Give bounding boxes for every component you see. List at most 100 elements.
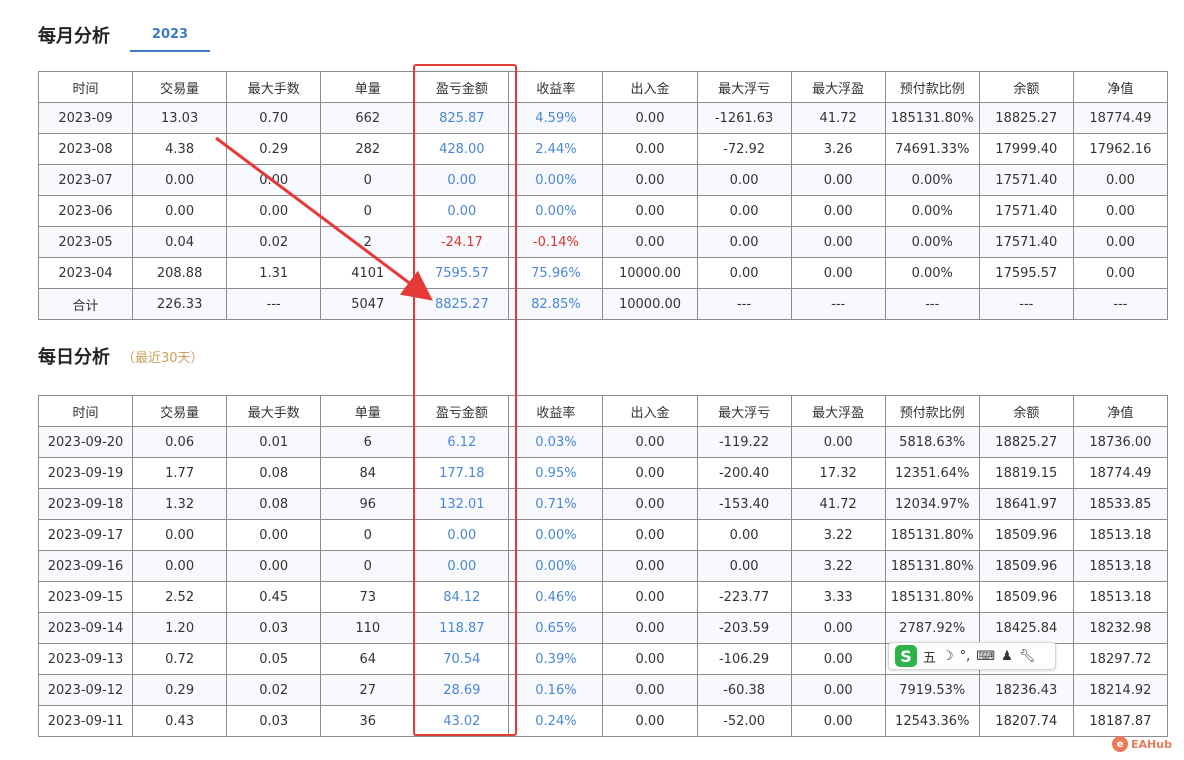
- daily-cell: 0.39%: [508, 643, 604, 675]
- daily-table-row: 2023-09-15 2.52 0.45 73 84.12 0.46% 0.00 -223.7…: [37, 581, 1169, 613]
- ime-toolbar[interactable]: S 五 ☽ °, ⌨ ♟ 🔧︎: [888, 642, 1056, 670]
- daily-cell: 18533.85: [1072, 488, 1169, 520]
- daily-cell: 0.72: [132, 643, 228, 675]
- daily-cell: 2023-09-18: [37, 488, 134, 520]
- monthly-cell: 0.29: [226, 133, 322, 165]
- daily-cell: 0.46%: [508, 581, 604, 613]
- monthly-cell: 2023-04: [37, 257, 134, 289]
- daily-cell: 0.00: [602, 488, 698, 520]
- daily-header-cell: 最大浮亏: [696, 395, 792, 427]
- monthly-cell: ---: [978, 288, 1074, 320]
- monthly-cell: 428.00: [414, 133, 510, 165]
- daily-cell: 0.00: [790, 674, 886, 706]
- eahub-watermark: e EAHub: [1112, 736, 1172, 752]
- daily-table-row: 2023-09-17 0.00 0.00 0 0.00 0.00% 0.00 0.00 3.22…: [37, 519, 1169, 551]
- daily-cell: 0.00: [602, 519, 698, 551]
- monthly-cell: 0.00: [790, 164, 886, 196]
- keyboard-icon[interactable]: ⌨: [976, 649, 995, 664]
- daily-cell: 0.00: [790, 705, 886, 737]
- monthly-cell: 2: [320, 226, 416, 258]
- monthly-header-cell: 收益率: [508, 71, 604, 103]
- daily-cell: 18513.18: [1072, 581, 1169, 613]
- daily-cell: 0.00: [414, 550, 510, 582]
- daily-table-row: 2023-09-14 1.20 0.03 110 118.87 0.65% 0.00 -203…: [37, 612, 1169, 644]
- year-tab-2023[interactable]: 2023: [130, 18, 210, 52]
- monthly-cell: 0.00: [414, 164, 510, 196]
- monthly-cell: 0.70: [226, 102, 322, 134]
- daily-cell: 2023-09-17: [37, 519, 134, 551]
- daily-cell: 2023-09-14: [37, 612, 134, 644]
- daily-cell: 1.77: [132, 457, 228, 489]
- daily-cell: 118.87: [414, 612, 510, 644]
- daily-cell: 0.00: [602, 705, 698, 737]
- daily-cell: 0: [320, 550, 416, 582]
- monthly-cell: 18774.49: [1072, 102, 1169, 134]
- person-icon[interactable]: ♟: [1001, 649, 1013, 664]
- ime-logo-icon[interactable]: S: [895, 645, 917, 667]
- daily-cell: 18774.49: [1072, 457, 1169, 489]
- monthly-table-row: 2023-05 0.04 0.02 2 -24.17 -0.14% 0.00 0.00 0.00…: [37, 226, 1169, 258]
- ime-mode-label[interactable]: 五: [923, 647, 936, 666]
- monthly-header-cell: 预付款比例: [884, 71, 980, 103]
- daily-cell: 3.22: [790, 550, 886, 582]
- monthly-cell: 17571.40: [978, 195, 1074, 227]
- moon-icon[interactable]: ☽: [942, 649, 954, 664]
- monthly-cell: 0.00: [602, 133, 698, 165]
- monthly-cell: 282: [320, 133, 416, 165]
- monthly-cell: 0.00: [132, 195, 228, 227]
- daily-cell: 0.08: [226, 488, 322, 520]
- monthly-cell: 41.72: [790, 102, 886, 134]
- daily-cell: -203.59: [696, 612, 792, 644]
- punctuation-icon[interactable]: °,: [960, 649, 971, 664]
- monthly-cell: 0.00%: [508, 164, 604, 196]
- daily-header-row: 时间 交易量 最大手数 单量 盈亏金额 收益率 出入金 最大浮亏 最大浮盈 预付款比例 余额 净值: [37, 395, 1169, 427]
- daily-cell: 177.18: [414, 457, 510, 489]
- daily-cell: 18509.96: [978, 581, 1074, 613]
- monthly-cell: ---: [696, 288, 792, 320]
- monthly-cell: 185131.80%: [884, 102, 980, 134]
- monthly-cell: 74691.33%: [884, 133, 980, 165]
- daily-cell: 6: [320, 426, 416, 458]
- watermark-text: EAHub: [1131, 737, 1172, 751]
- monthly-header-cell: 交易量: [132, 71, 228, 103]
- monthly-table: 时间 交易量 最大手数 单量 盈亏金额 收益率 出入金 最大浮亏 最大浮盈 预付款比例 余额 净值 2…: [37, 71, 1169, 320]
- monthly-cell: -24.17: [414, 226, 510, 258]
- daily-cell: 2787.92%: [884, 612, 980, 644]
- daily-subtitle: （最近30天）: [122, 351, 204, 366]
- daily-cell: 12034.97%: [884, 488, 980, 520]
- daily-cell: 41.72: [790, 488, 886, 520]
- monthly-cell: 0.00: [1072, 164, 1169, 196]
- monthly-header-cell: 最大浮盈: [790, 71, 886, 103]
- daily-table-row: 2023-09-20 0.06 0.01 6 6.12 0.03% 0.00 -119.22 0…: [37, 426, 1169, 458]
- daily-cell: 0.65%: [508, 612, 604, 644]
- eahub-logo-icon: e: [1112, 736, 1128, 752]
- daily-cell: 0.00: [132, 519, 228, 551]
- daily-cell: 17.32: [790, 457, 886, 489]
- monthly-cell: 0.00: [132, 164, 228, 196]
- daily-cell: 18207.74: [978, 705, 1074, 737]
- monthly-cell: 0: [320, 164, 416, 196]
- daily-cell: 18425.84: [978, 612, 1074, 644]
- monthly-cell: 0.00%: [884, 195, 980, 227]
- daily-cell: 0.16%: [508, 674, 604, 706]
- monthly-header-cell: 净值: [1072, 71, 1169, 103]
- daily-header-cell: 收益率: [508, 395, 604, 427]
- monthly-cell: 0.00: [790, 195, 886, 227]
- daily-cell: 0.03: [226, 612, 322, 644]
- daily-cell: 0.03: [226, 705, 322, 737]
- daily-cell: 0.00: [696, 519, 792, 551]
- daily-header-cell: 单量: [320, 395, 416, 427]
- daily-cell: -223.77: [696, 581, 792, 613]
- daily-cell: -153.40: [696, 488, 792, 520]
- daily-cell: 0.00: [602, 674, 698, 706]
- monthly-cell: 662: [320, 102, 416, 134]
- monthly-cell: 0.00: [602, 164, 698, 196]
- monthly-cell: 0.00: [790, 257, 886, 289]
- wrench-icon[interactable]: 🔧︎: [1019, 649, 1036, 664]
- daily-cell: 0.95%: [508, 457, 604, 489]
- monthly-cell: 4.38: [132, 133, 228, 165]
- daily-cell: 0.24%: [508, 705, 604, 737]
- monthly-cell: -72.92: [696, 133, 792, 165]
- daily-cell: 0.02: [226, 674, 322, 706]
- daily-cell: 18736.00: [1072, 426, 1169, 458]
